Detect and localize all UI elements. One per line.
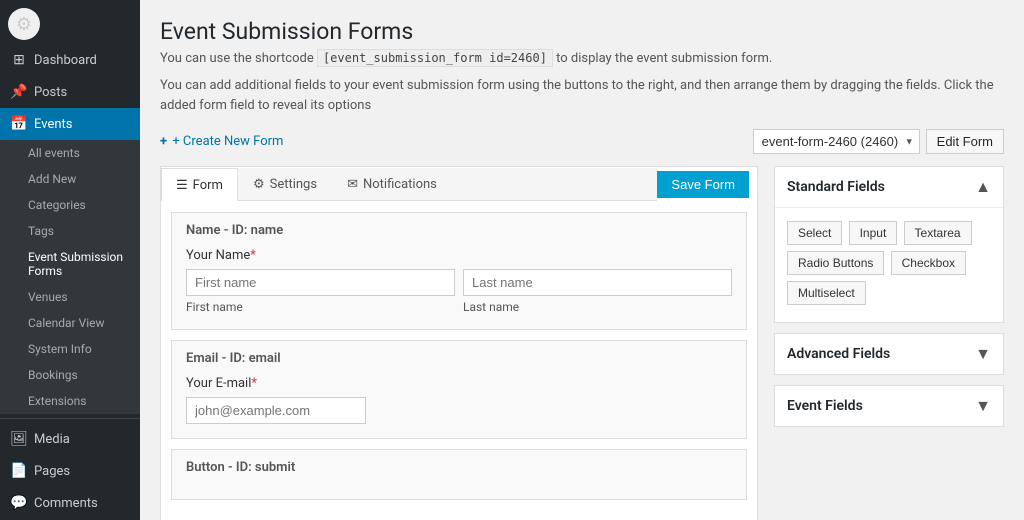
- advanced-fields-arrow: ▼: [975, 344, 991, 364]
- posts-icon: 📌: [10, 84, 28, 100]
- field-btn-multiselect[interactable]: Multiselect: [787, 281, 866, 305]
- sidebar-item-media[interactable]: 🖼 Media: [0, 423, 140, 455]
- page-title: Event Submission Forms: [160, 18, 1004, 45]
- form-panel: ☰ Form ⚙ Settings ✉ Notifications: [160, 166, 758, 520]
- event-fields-header[interactable]: Event Fields ▼: [775, 386, 1003, 426]
- first-name-input[interactable]: [186, 269, 455, 296]
- shortcode-suffix: to display the event submission form.: [556, 51, 772, 66]
- field-btn-select[interactable]: Select: [787, 221, 842, 245]
- save-form-button[interactable]: Save Form: [657, 171, 749, 198]
- form-content: Name - ID: name Your Name* First name: [161, 202, 757, 520]
- field-btn-input[interactable]: Input: [849, 221, 898, 245]
- tab-form-label: Form: [193, 178, 223, 193]
- field-btn-radio-buttons[interactable]: Radio Buttons: [787, 251, 884, 275]
- email-input[interactable]: [186, 397, 366, 424]
- events-submenu: All events Add New Categories Tags Event…: [0, 140, 140, 414]
- sublabels-row: First name Last name: [186, 300, 732, 315]
- shortcode-line: You can use the shortcode [event_submiss…: [160, 51, 1004, 66]
- wp-logo: ⚙: [8, 8, 40, 40]
- media-icon: 🖼: [10, 431, 28, 447]
- sidebar-item-categories[interactable]: Categories: [0, 192, 140, 218]
- events-icon: 📅: [10, 116, 28, 132]
- event-fields-title: Event Fields: [787, 398, 863, 414]
- field-block-email-title: Email - ID: email: [186, 351, 732, 366]
- tab-settings-label: Settings: [270, 177, 317, 192]
- field-block-submit: Button - ID: submit: [171, 449, 747, 500]
- sidebar-item-all-events[interactable]: All events: [0, 140, 140, 166]
- last-name-sublabel: Last name: [463, 300, 732, 315]
- field-label-name: Your Name*: [186, 248, 732, 263]
- toolbar-row: + + Create New Form event-form-2460 (246…: [160, 129, 1004, 154]
- fields-column: Standard Fields ▲ Select Input Textarea …: [774, 166, 1004, 520]
- form-column: ☰ Form ⚙ Settings ✉ Notifications: [160, 166, 758, 520]
- dashboard-icon: ⊞: [10, 52, 28, 68]
- form-selector-group: event-form-2460 (2460) Edit Form: [753, 129, 1004, 154]
- field-block-name-title: Name - ID: name: [186, 223, 732, 238]
- field-block-submit-title: Button - ID: submit: [186, 460, 732, 475]
- sidebar-item-system-info[interactable]: System Info: [0, 336, 140, 362]
- required-asterisk-name: *: [250, 248, 256, 263]
- sidebar-item-bookings[interactable]: Bookings: [0, 362, 140, 388]
- sidebar-item-events[interactable]: 📅 Events: [0, 108, 140, 140]
- form-select-wrapper: event-form-2460 (2460): [753, 129, 920, 154]
- tab-settings[interactable]: ⚙ Settings: [238, 168, 332, 200]
- settings-tab-icon: ⚙: [253, 177, 265, 192]
- sidebar-item-comments[interactable]: 💬 Comments: [0, 487, 140, 519]
- field-block-email: Email - ID: email Your E-mail*: [171, 340, 747, 439]
- name-inputs-row: [186, 269, 732, 296]
- panel-tabs: ☰ Form ⚙ Settings ✉ Notifications: [161, 168, 657, 201]
- standard-fields-title: Standard Fields: [787, 179, 885, 195]
- field-block-name: Name - ID: name Your Name* First name: [171, 212, 747, 330]
- advanced-fields-panel: Advanced Fields ▼: [774, 333, 1004, 375]
- last-name-input[interactable]: [463, 269, 732, 296]
- standard-fields-body: Select Input Textarea Radio Buttons Chec…: [775, 207, 1003, 322]
- pages-icon: 📄: [10, 463, 28, 479]
- two-column-layout: ☰ Form ⚙ Settings ✉ Notifications: [160, 166, 1004, 520]
- field-btn-textarea[interactable]: Textarea: [904, 221, 972, 245]
- advanced-fields-title: Advanced Fields: [787, 346, 890, 362]
- sidebar-item-venues[interactable]: Venues: [0, 284, 140, 310]
- required-asterisk-email: *: [251, 376, 257, 391]
- event-fields-panel: Event Fields ▼: [774, 385, 1004, 427]
- standard-fields-arrow: ▲: [975, 177, 991, 197]
- sidebar: ⚙ ⊞ Dashboard 📌 Posts 📅 Events All event…: [0, 0, 140, 520]
- sidebar-item-dashboard[interactable]: ⊞ Dashboard: [0, 44, 140, 76]
- tab-form[interactable]: ☰ Form: [161, 168, 238, 201]
- tab-notifications-label: Notifications: [363, 177, 437, 192]
- advanced-fields-header[interactable]: Advanced Fields ▼: [775, 334, 1003, 374]
- event-fields-arrow: ▼: [975, 396, 991, 416]
- standard-fields-panel: Standard Fields ▲ Select Input Textarea …: [774, 166, 1004, 323]
- sidebar-item-pages[interactable]: 📄 Pages: [0, 455, 140, 487]
- form-tab-icon: ☰: [176, 178, 188, 193]
- create-new-form-link[interactable]: + + Create New Form: [160, 134, 283, 149]
- field-label-email: Your E-mail*: [186, 376, 732, 391]
- notifications-tab-icon: ✉: [347, 177, 358, 192]
- panel-tabs-wrapper: ☰ Form ⚙ Settings ✉ Notifications: [161, 167, 757, 202]
- standard-fields-header[interactable]: Standard Fields ▲: [775, 167, 1003, 207]
- plus-icon: +: [160, 134, 167, 149]
- sidebar-item-posts[interactable]: 📌 Posts: [0, 76, 140, 108]
- page-description: You can add additional fields to your ev…: [160, 76, 1004, 115]
- edit-form-button[interactable]: Edit Form: [926, 129, 1004, 154]
- form-select[interactable]: event-form-2460 (2460): [753, 129, 920, 154]
- sidebar-item-calendar-view[interactable]: Calendar View: [0, 310, 140, 336]
- main-content: Event Submission Forms You can use the s…: [140, 0, 1024, 520]
- shortcode-prefix: You can use the shortcode: [160, 51, 314, 66]
- field-btn-checkbox[interactable]: Checkbox: [891, 251, 966, 275]
- sidebar-item-event-submission-forms[interactable]: Event Submission Forms: [0, 244, 140, 284]
- comments-icon: 💬: [10, 495, 28, 511]
- sidebar-item-tags[interactable]: Tags: [0, 218, 140, 244]
- shortcode-value: [event_submission_form id=2460]: [317, 49, 553, 67]
- tab-notifications[interactable]: ✉ Notifications: [332, 168, 452, 200]
- sidebar-item-add-new[interactable]: Add New: [0, 166, 140, 192]
- first-name-sublabel: First name: [186, 300, 455, 315]
- sidebar-item-extensions[interactable]: Extensions: [0, 388, 140, 414]
